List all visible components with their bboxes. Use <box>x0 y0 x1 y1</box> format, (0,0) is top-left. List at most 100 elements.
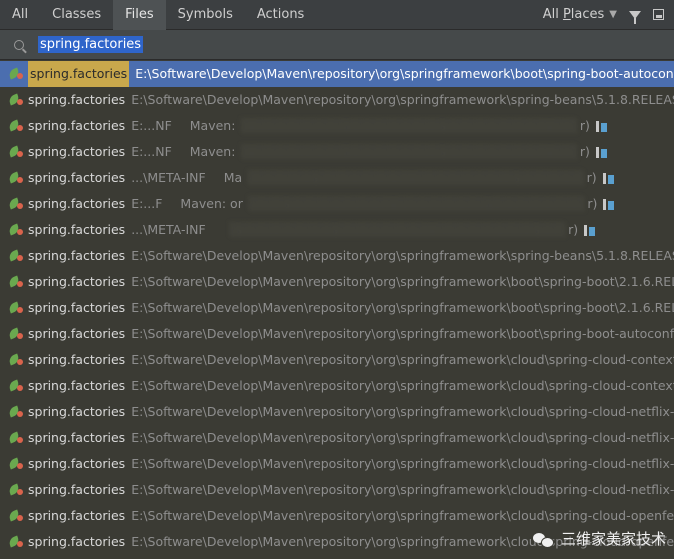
result-row[interactable]: spring.factories E:\Software\Develop\Mave… <box>0 295 674 321</box>
result-path: E:\Software\Develop\Maven\repository\org… <box>135 66 674 81</box>
result-path: E:\Software\Develop\Maven\repository\org… <box>131 378 674 393</box>
result-library-suffix: r) <box>586 170 597 185</box>
result-path: E:...F <box>131 196 163 211</box>
toolbar-right: All Places ▼ <box>543 0 674 30</box>
result-row[interactable]: spring.factories E:\Software\Develop\Mave… <box>0 321 674 347</box>
redacted-text: ░░░░░░░░░░░░░░░░░░░░░░░░░░░░░░░░░░░ <box>229 222 567 237</box>
result-path: E:\Software\Develop\Maven\repository\org… <box>131 274 674 289</box>
result-row[interactable]: spring.factories ...\META-INF ░░░░░░░░░░░░… <box>0 217 674 243</box>
redacted-text: ░░░░░░░░░░░░░░░░░░░░░░░░░░░░░░░░░░░ <box>241 144 578 159</box>
result-library-suffix: r) <box>579 118 590 133</box>
result-path: E:\Software\Develop\Maven\repository\org… <box>131 482 674 497</box>
result-row[interactable]: spring.factories E:...NF Maven: ░░░░░░░░░░░… <box>0 113 674 139</box>
result-name: spring.factories <box>28 222 126 237</box>
result-name: spring.factories <box>28 170 126 185</box>
result-row[interactable]: spring.factories E:...NF Maven: ░░░░░░░░░░░… <box>0 139 674 165</box>
result-library-suffix: r) <box>568 222 579 237</box>
scope-dropdown[interactable]: All Places ▼ <box>543 7 617 22</box>
tab-symbols[interactable]: Symbols <box>166 0 245 30</box>
result-name: spring.factories <box>28 482 126 497</box>
result-path: E:\Software\Develop\Maven\repository\org… <box>131 326 674 341</box>
result-library-label: Maven: or <box>180 196 243 211</box>
result-path: E:...NF <box>131 118 172 133</box>
spring-file-icon <box>7 145 23 158</box>
search-everywhere-tabs: All Classes Files Symbols Actions All Pl… <box>0 0 674 30</box>
result-row[interactable]: spring.factories E:\Software\Develop\Mave… <box>0 243 674 269</box>
tab-all[interactable]: All <box>0 0 40 30</box>
result-name: spring.factories <box>28 196 126 211</box>
result-row[interactable]: spring.factories E:\Software\Develop\Mave… <box>0 347 674 373</box>
result-library-suffix: r) <box>587 196 598 211</box>
search-icon <box>14 39 24 50</box>
spring-file-icon <box>7 509 23 522</box>
chevron-down-icon: ▼ <box>609 9 617 20</box>
search-bar: spring.factories <box>0 30 674 60</box>
tab-actions[interactable]: Actions <box>245 0 317 30</box>
result-path: E:\Software\Develop\Maven\repository\org… <box>131 92 674 107</box>
spring-file-icon <box>7 405 23 418</box>
result-name: spring.factories <box>28 456 126 471</box>
library-icon <box>595 120 608 132</box>
redacted-text: ░░░░░░░░░░░░░░░░░░░░░░░░░░░░░░░░░░░ <box>248 170 585 185</box>
result-library-label: Maven: <box>189 144 236 159</box>
result-row[interactable]: spring.factories E:\Software\Develop\Mave… <box>0 477 674 503</box>
result-row[interactable]: spring.factories E:\Software\Develop\Mave… <box>0 87 674 113</box>
result-name: spring.factories <box>28 61 130 87</box>
result-row[interactable]: spring.factories E:\Software\Develop\Mave… <box>0 61 674 87</box>
search-input[interactable]: spring.factories <box>38 36 144 53</box>
result-path: E:\Software\Develop\Maven\repository\org… <box>131 508 674 523</box>
spring-file-icon <box>7 301 23 314</box>
result-name: spring.factories <box>28 534 126 549</box>
result-path: E:\Software\Develop\Maven\repository\org… <box>131 300 674 315</box>
wechat-icon <box>532 531 554 548</box>
spring-file-icon <box>7 249 23 262</box>
result-path: ...\META-INF <box>131 222 206 237</box>
result-library-label: Ma <box>223 170 243 185</box>
result-name: spring.factories <box>28 274 126 289</box>
result-row[interactable]: spring.factories E:\Software\Develop\Mave… <box>0 373 674 399</box>
result-row[interactable]: spring.factories E:\Software\Develop\Mave… <box>0 503 674 529</box>
tab-files[interactable]: Files <box>113 0 166 30</box>
result-name: spring.factories <box>28 92 126 107</box>
scope-label-mnemonic: P <box>562 7 571 22</box>
result-path: E:\Software\Develop\Maven\repository\org… <box>131 404 674 419</box>
spring-file-icon <box>7 67 23 80</box>
spring-file-icon <box>7 93 23 106</box>
spring-file-icon <box>7 197 23 210</box>
result-name: spring.factories <box>28 248 126 263</box>
result-path: E:\Software\Develop\Maven\repository\org… <box>131 352 674 367</box>
result-path: E:\Software\Develop\Maven\repository\org… <box>131 248 674 263</box>
result-name: spring.factories <box>28 118 126 133</box>
result-row[interactable]: spring.factories E:\Software\Develop\Mave… <box>0 399 674 425</box>
spring-file-icon <box>7 275 23 288</box>
spring-file-icon <box>7 431 23 444</box>
spring-file-icon <box>7 379 23 392</box>
library-icon <box>602 172 615 184</box>
spring-file-icon <box>7 483 23 496</box>
result-row[interactable]: spring.factories ...\META-INF Ma ░░░░░░░░░░… <box>0 165 674 191</box>
spring-file-icon <box>7 119 23 132</box>
result-row[interactable]: spring.factories E:\Software\Develop\Mave… <box>0 425 674 451</box>
spring-file-icon <box>7 535 23 548</box>
library-icon <box>584 224 596 236</box>
result-row[interactable]: spring.factories E:...F Maven: or ░░░░░░░░░… <box>0 191 674 217</box>
result-name: spring.factories <box>28 144 126 159</box>
watermark-text: 三维家美家技术 <box>560 530 666 548</box>
watermark: 三维家美家技术 <box>532 528 666 549</box>
result-library-suffix: r) <box>579 144 590 159</box>
tab-classes[interactable]: Classes <box>40 0 113 30</box>
redacted-text: ░░░░░░░░░░░░░░░░░░░░░░░░░░░░░░░░░░░ <box>248 196 586 211</box>
open-in-window-icon[interactable] <box>653 9 664 20</box>
result-name: spring.factories <box>28 352 126 367</box>
filter-icon[interactable] <box>629 10 641 24</box>
result-row[interactable]: spring.factories E:\Software\Develop\Mave… <box>0 269 674 295</box>
result-path: ...\META-INF <box>131 170 206 185</box>
library-icon <box>595 146 608 158</box>
result-name: spring.factories <box>28 300 126 315</box>
scope-label-prefix: All <box>542 7 563 22</box>
result-path: E:\Software\Develop\Maven\repository\org… <box>131 430 674 445</box>
result-path: E:\Software\Develop\Maven\repository\org… <box>131 456 674 471</box>
spring-file-icon <box>7 223 23 236</box>
result-row[interactable]: spring.factories E:\Software\Develop\Mave… <box>0 451 674 477</box>
result-name: spring.factories <box>28 430 126 445</box>
